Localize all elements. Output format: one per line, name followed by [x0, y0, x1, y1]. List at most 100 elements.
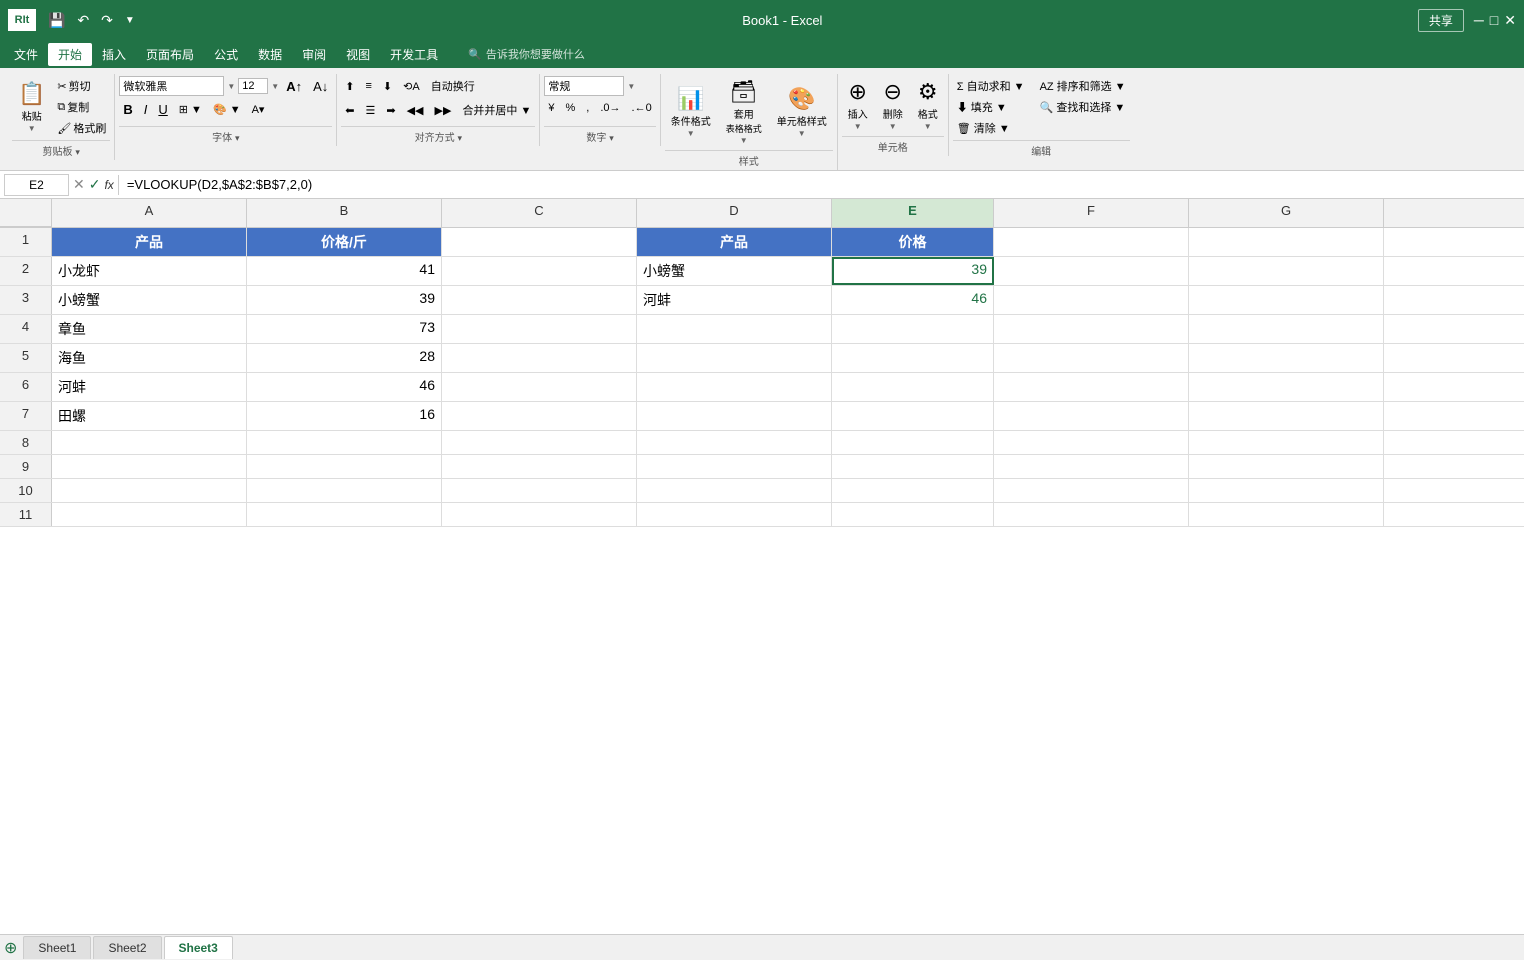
cell-G11[interactable]	[1189, 503, 1384, 526]
cell-E1[interactable]: 价格	[832, 228, 994, 256]
formula-confirm-icon[interactable]: ✓	[89, 176, 101, 193]
align-bottom-button[interactable]: ⬇	[379, 78, 396, 95]
cell-styles-button[interactable]: 🎨 单元格样式 ▼	[771, 76, 833, 148]
indent-decrease-button[interactable]: ◀◀	[403, 102, 428, 119]
font-decrease-button[interactable]: A↓	[309, 77, 332, 96]
menu-review[interactable]: 审阅	[292, 43, 336, 66]
fill-color-button[interactable]: 🎨 ▼	[209, 101, 245, 118]
cell-D2[interactable]: 小螃蟹	[637, 257, 832, 285]
align-right-button[interactable]: ➡	[382, 102, 399, 119]
cell-A6[interactable]: 河蚌	[52, 373, 247, 401]
row-num-4[interactable]: 4	[0, 315, 52, 343]
cell-D1[interactable]: 产品	[637, 228, 832, 256]
cell-C1[interactable]	[442, 228, 637, 256]
menu-page-layout[interactable]: 页面布局	[136, 43, 204, 66]
undo-button[interactable]: ↶	[73, 10, 93, 31]
cell-C9[interactable]	[442, 455, 637, 478]
cell-E2[interactable]: 39	[832, 257, 994, 285]
share-button[interactable]: 共享	[1418, 9, 1464, 32]
underline-button[interactable]: U	[154, 100, 171, 119]
formula-cancel-icon[interactable]: ✕	[73, 176, 85, 193]
save-button[interactable]: 💾	[44, 10, 69, 31]
font-increase-button[interactable]: A↑	[282, 77, 306, 96]
autosum-button[interactable]: Σ 自动求和 ▼	[953, 76, 1029, 96]
percent-button[interactable]: %	[562, 100, 580, 116]
font-size-dropdown[interactable]: ▼	[271, 82, 279, 91]
cell-A7[interactable]: 田螺	[52, 402, 247, 430]
cell-G1[interactable]	[1189, 228, 1384, 256]
cell-G8[interactable]	[1189, 431, 1384, 454]
col-header-E[interactable]: E	[832, 199, 994, 227]
col-header-C[interactable]: C	[442, 199, 637, 227]
cell-A4[interactable]: 章鱼	[52, 315, 247, 343]
cell-G7[interactable]	[1189, 402, 1384, 430]
cell-G5[interactable]	[1189, 344, 1384, 372]
row-num-7[interactable]: 7	[0, 402, 52, 430]
cell-B7[interactable]: 16	[247, 402, 442, 430]
cell-F8[interactable]	[994, 431, 1189, 454]
cell-E8[interactable]	[832, 431, 994, 454]
cell-D10[interactable]	[637, 479, 832, 502]
cell-E7[interactable]	[832, 402, 994, 430]
align-center-button[interactable]: ☰	[362, 102, 380, 119]
close-button[interactable]: ✕	[1504, 12, 1516, 29]
cell-D8[interactable]	[637, 431, 832, 454]
font-name-dropdown[interactable]: ▼	[227, 82, 235, 91]
cell-G9[interactable]	[1189, 455, 1384, 478]
cut-button[interactable]: ✂ 剪切	[53, 76, 110, 96]
col-header-D[interactable]: D	[637, 199, 832, 227]
add-sheet-button[interactable]: ⊕	[4, 938, 17, 958]
cell-C6[interactable]	[442, 373, 637, 401]
cell-F6[interactable]	[994, 373, 1189, 401]
font-size-input[interactable]: 12	[238, 78, 268, 94]
row-num-9[interactable]: 9	[0, 455, 52, 478]
cell-C2[interactable]	[442, 257, 637, 285]
menu-formula[interactable]: 公式	[204, 43, 248, 66]
sheet-tab-1[interactable]: Sheet1	[23, 936, 91, 959]
cell-D9[interactable]	[637, 455, 832, 478]
cell-E9[interactable]	[832, 455, 994, 478]
cell-B2[interactable]: 41	[247, 257, 442, 285]
minimize-button[interactable]: ─	[1474, 12, 1484, 29]
sheet-tab-3[interactable]: Sheet3	[164, 936, 233, 959]
cell-C11[interactable]	[442, 503, 637, 526]
cell-E11[interactable]	[832, 503, 994, 526]
maximize-button[interactable]: □	[1490, 12, 1498, 29]
row-num-8[interactable]: 8	[0, 431, 52, 454]
menu-view[interactable]: 视图	[336, 43, 380, 66]
cell-B11[interactable]	[247, 503, 442, 526]
search-box[interactable]: 🔍 告诉我你想要做什么	[468, 46, 585, 62]
cell-reference-box[interactable]	[4, 174, 69, 196]
cell-A5[interactable]: 海鱼	[52, 344, 247, 372]
format-button[interactable]: ⚙ 格式 ▼	[912, 76, 944, 134]
cell-C5[interactable]	[442, 344, 637, 372]
row-num-11[interactable]: 11	[0, 503, 52, 526]
row-num-1[interactable]: 1	[0, 228, 52, 256]
col-header-B[interactable]: B	[247, 199, 442, 227]
cell-D4[interactable]	[637, 315, 832, 343]
cell-G2[interactable]	[1189, 257, 1384, 285]
bold-button[interactable]: B	[119, 100, 136, 119]
row-num-5[interactable]: 5	[0, 344, 52, 372]
cell-C3[interactable]	[442, 286, 637, 314]
cell-D11[interactable]	[637, 503, 832, 526]
font-color-button[interactable]: A▾	[248, 101, 269, 118]
row-num-10[interactable]: 10	[0, 479, 52, 502]
menu-home[interactable]: 开始	[48, 43, 92, 66]
cell-C4[interactable]	[442, 315, 637, 343]
cell-G10[interactable]	[1189, 479, 1384, 502]
col-header-F[interactable]: F	[994, 199, 1189, 227]
align-top-button[interactable]: ⬆	[341, 78, 358, 95]
decimal-decrease-button[interactable]: .←0	[628, 100, 656, 116]
redo-button[interactable]: ↷	[97, 10, 117, 31]
cell-F11[interactable]	[994, 503, 1189, 526]
cell-G3[interactable]	[1189, 286, 1384, 314]
cell-F9[interactable]	[994, 455, 1189, 478]
text-direction-button[interactable]: ⟲A	[399, 78, 424, 95]
cell-B8[interactable]	[247, 431, 442, 454]
cell-F5[interactable]	[994, 344, 1189, 372]
cell-E6[interactable]	[832, 373, 994, 401]
cell-A2[interactable]: 小龙虾	[52, 257, 247, 285]
decimal-increase-button[interactable]: .0→	[596, 100, 624, 116]
fill-button[interactable]: ⬇ 填充 ▼	[953, 97, 1029, 117]
